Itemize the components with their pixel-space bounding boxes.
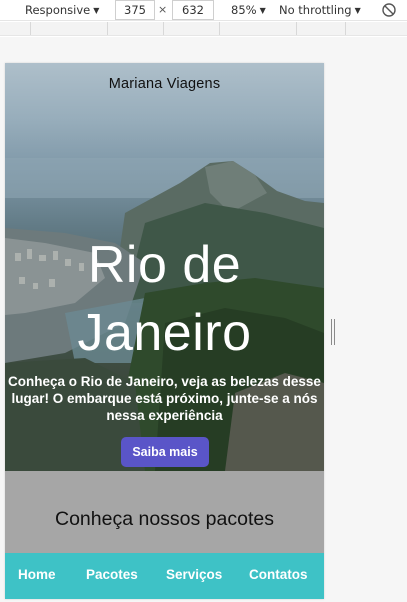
saiba-mais-button[interactable]: Saiba mais — [121, 437, 209, 467]
brand-name[interactable]: Mariana Viagens — [5, 76, 324, 92]
ruler-segment[interactable] — [220, 22, 297, 35]
hero-section: Mariana Viagens Rio de Janeiro Conheça o… — [5, 63, 324, 471]
zoom-label: 85% — [231, 3, 257, 17]
rotate-icon[interactable] — [381, 2, 397, 18]
ruler-segment[interactable] — [108, 22, 164, 35]
zoom-select[interactable]: 85% ▼ — [231, 0, 266, 21]
viewport-resize-handle[interactable] — [331, 319, 337, 345]
ruler-segment[interactable] — [0, 22, 31, 35]
ruler-segment[interactable] — [31, 22, 108, 35]
device-select[interactable]: Responsive ▼ — [25, 0, 99, 21]
emulated-viewport: Mariana Viagens Rio de Janeiro Conheça o… — [5, 63, 324, 599]
dimension-separator: × — [158, 3, 168, 16]
bottom-navigation: Home Pacotes Serviços Contatos — [5, 553, 324, 599]
ruler-segment[interactable] — [297, 22, 346, 35]
chevron-down-icon: ▼ — [259, 6, 266, 15]
throttling-select[interactable]: No throttling ▼ — [279, 0, 361, 21]
nav-link-home[interactable]: Home — [18, 567, 56, 582]
packages-section: Conheça nossos pacotes — [5, 471, 324, 553]
chevron-down-icon: ▼ — [93, 6, 100, 15]
chevron-down-icon: ▼ — [354, 6, 361, 15]
hero-description: Conheça o Rio de Janeiro, veja as beleza… — [8, 374, 321, 423]
hero-title: Rio de Janeiro — [77, 236, 252, 362]
devtools-toolbar: Responsive ▼ 375 × 632 85% ▼ No throttling… — [0, 0, 407, 21]
nav-link-contatos[interactable]: Contatos — [249, 567, 308, 582]
nav-link-servicos[interactable]: Serviços — [166, 567, 222, 582]
packages-heading: Conheça nossos pacotes — [55, 508, 274, 530]
height-input[interactable]: 632 — [172, 0, 214, 20]
device-label: Responsive — [25, 3, 91, 17]
ruler-segment[interactable] — [164, 22, 220, 35]
width-input[interactable]: 375 — [115, 0, 155, 20]
nav-link-pacotes[interactable]: Pacotes — [86, 567, 138, 582]
media-query-ruler[interactable] — [0, 22, 407, 36]
throttling-label: No throttling — [279, 3, 352, 17]
